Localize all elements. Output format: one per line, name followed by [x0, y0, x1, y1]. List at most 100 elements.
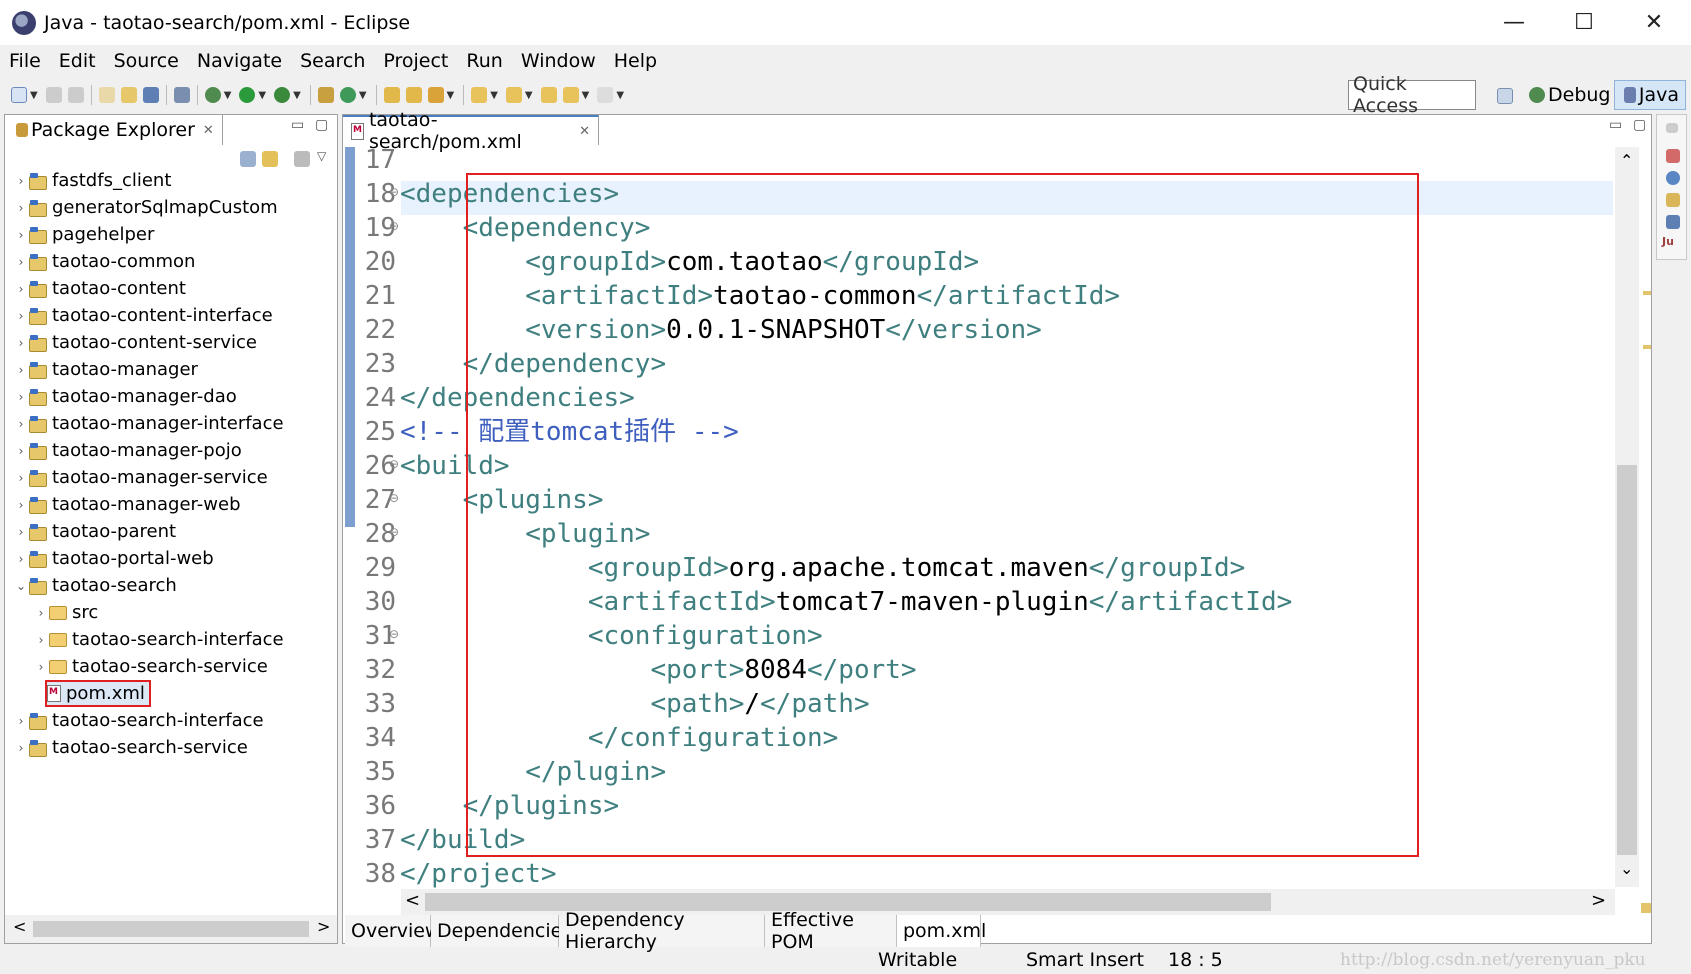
- editor-scroll-right-icon[interactable]: >: [1591, 890, 1606, 911]
- new-class-dropdown-icon[interactable]: ▼: [359, 90, 367, 101]
- tree-item[interactable]: › taotao-manager-interface: [13, 410, 284, 437]
- forward-icon[interactable]: [597, 87, 614, 103]
- tree-item[interactable]: › taotao-content: [13, 275, 186, 302]
- chevron-right-icon[interactable]: ›: [13, 525, 29, 539]
- explorer-h-scrollbar[interactable]: < >: [5, 915, 337, 943]
- menu-navigate[interactable]: Navigate: [188, 50, 291, 72]
- close-button[interactable]: ✕: [1620, 0, 1688, 45]
- menu-help[interactable]: Help: [605, 50, 666, 72]
- fold-toggle-icon[interactable]: ⊖: [389, 185, 399, 199]
- console-view-icon[interactable]: [1666, 215, 1680, 229]
- editor-maximize-icon[interactable]: ▢: [1633, 117, 1646, 133]
- view-menu-icon[interactable]: [294, 151, 310, 167]
- javadoc-icon[interactable]: [1666, 171, 1680, 185]
- view-menu-chevron-icon[interactable]: ▽: [317, 149, 326, 163]
- new-icon[interactable]: [11, 87, 27, 103]
- scroll-right-icon[interactable]: >: [317, 917, 330, 936]
- open-task-icon[interactable]: [120, 87, 137, 103]
- chevron-right-icon[interactable]: ›: [33, 660, 49, 674]
- chevron-right-icon[interactable]: ›: [13, 309, 29, 323]
- chevron-right-icon[interactable]: ›: [13, 174, 29, 188]
- package-explorer-tab[interactable]: Package Explorer ✕: [5, 115, 223, 145]
- collapse-all-icon[interactable]: [240, 151, 256, 167]
- close-view-icon[interactable]: ✕: [203, 123, 214, 138]
- menu-edit[interactable]: Edit: [50, 50, 105, 72]
- open-folder-icon[interactable]: [383, 87, 400, 103]
- menu-search[interactable]: Search: [291, 50, 374, 72]
- tree-item[interactable]: › taotao-common: [13, 248, 196, 275]
- tree-item[interactable]: › taotao-manager-web: [13, 491, 241, 518]
- fold-toggle-icon[interactable]: ⊖: [389, 219, 399, 233]
- overview-marker[interactable]: [1643, 345, 1651, 349]
- tree-item[interactable]: › taotao-portal-web: [13, 545, 214, 572]
- tree-item[interactable]: ⌄ taotao-search: [13, 572, 177, 599]
- next-annotation-icon[interactable]: [471, 87, 488, 103]
- scroll-left-icon[interactable]: <: [13, 917, 26, 936]
- search-dropdown-icon[interactable]: ▼: [447, 90, 455, 101]
- chevron-right-icon[interactable]: ›: [33, 606, 49, 620]
- chevron-right-icon[interactable]: ›: [13, 201, 29, 215]
- junit-icon[interactable]: Ju: [1662, 235, 1674, 248]
- next-annotation-dropdown-icon[interactable]: ▼: [490, 90, 498, 101]
- fold-toggle-icon[interactable]: ⊖: [389, 525, 399, 539]
- coverage-icon[interactable]: [274, 87, 291, 103]
- java-perspective[interactable]: Java: [1614, 80, 1686, 110]
- tree-item[interactable]: › taotao-search-service: [33, 653, 268, 680]
- chevron-right-icon[interactable]: ›: [13, 228, 29, 242]
- tree-item[interactable]: › taotao-manager-dao: [13, 383, 237, 410]
- search-tool-icon[interactable]: [427, 87, 444, 103]
- chevron-right-icon[interactable]: ›: [13, 255, 29, 269]
- tab-overview[interactable]: Overview: [345, 915, 440, 947]
- debug-icon[interactable]: [204, 87, 221, 103]
- tree-item[interactable]: › taotao-manager-pojo: [13, 437, 242, 464]
- code-line[interactable]: </project>: [400, 857, 557, 891]
- save-all-icon[interactable]: [67, 87, 84, 103]
- editor-scroll-left-icon[interactable]: <: [405, 890, 420, 911]
- tab-effective-pom[interactable]: Effective POM: [765, 909, 897, 953]
- skip-breakpoints-icon[interactable]: [173, 87, 190, 103]
- tab-pom-xml[interactable]: pom.xml: [897, 915, 986, 947]
- menu-source[interactable]: Source: [105, 50, 188, 72]
- chevron-right-icon[interactable]: ›: [13, 336, 29, 350]
- restore-icon[interactable]: [1666, 123, 1678, 133]
- tree-item[interactable]: › taotao-search-interface: [13, 707, 264, 734]
- save-icon[interactable]: [45, 87, 62, 103]
- tree-item[interactable]: › taotao-search-service: [13, 734, 248, 761]
- chevron-right-icon[interactable]: ›: [13, 363, 29, 377]
- editor-v-scroll-thumb[interactable]: [1617, 465, 1637, 855]
- minimize-button[interactable]: —: [1480, 0, 1548, 45]
- chevron-right-icon[interactable]: ›: [13, 444, 29, 458]
- new-dropdown-icon[interactable]: ▼: [30, 90, 38, 101]
- tree-item[interactable]: pom.xml: [45, 680, 151, 707]
- editor-v-scrollbar[interactable]: ⌃ ⌄: [1615, 147, 1639, 887]
- open-perspective-icon[interactable]: [1497, 88, 1513, 104]
- new-class-icon[interactable]: [339, 87, 356, 103]
- last-edit-icon[interactable]: [540, 87, 557, 103]
- chevron-right-icon[interactable]: ›: [13, 282, 29, 296]
- tree-item[interactable]: › taotao-manager: [13, 356, 198, 383]
- quick-access-input[interactable]: Quick Access: [1348, 73, 1476, 117]
- chevron-right-icon[interactable]: ›: [13, 714, 29, 728]
- new-java-project-icon[interactable]: [317, 87, 334, 103]
- scroll-up-icon[interactable]: ⌃: [1620, 151, 1633, 170]
- close-editor-icon[interactable]: ✕: [579, 124, 590, 139]
- console-icon[interactable]: [142, 87, 159, 103]
- prev-annotation-dropdown-icon[interactable]: ▼: [525, 90, 533, 101]
- declaration-icon[interactable]: [1666, 193, 1680, 207]
- outline-icon[interactable]: [1666, 149, 1680, 163]
- editor-minimize-icon[interactable]: ▭: [1609, 117, 1622, 133]
- tree-item[interactable]: › taotao-search-interface: [33, 626, 284, 653]
- open-type-icon[interactable]: [98, 87, 115, 103]
- run-dropdown-icon[interactable]: ▼: [258, 90, 266, 101]
- overview-marker[interactable]: [1643, 291, 1651, 295]
- coverage-dropdown-icon[interactable]: ▼: [293, 90, 301, 101]
- explorer-h-scroll-thumb[interactable]: [33, 921, 309, 937]
- chevron-right-icon[interactable]: ›: [13, 390, 29, 404]
- menu-window[interactable]: Window: [512, 50, 605, 72]
- tree-item[interactable]: › pagehelper: [13, 221, 155, 248]
- tree-item[interactable]: › generatorSqlmapCustom: [13, 194, 278, 221]
- menu-project[interactable]: Project: [374, 50, 457, 72]
- back-icon[interactable]: [562, 87, 579, 103]
- chevron-right-icon[interactable]: ›: [13, 741, 29, 755]
- tab-dependencies[interactable]: Dependencies: [431, 915, 572, 947]
